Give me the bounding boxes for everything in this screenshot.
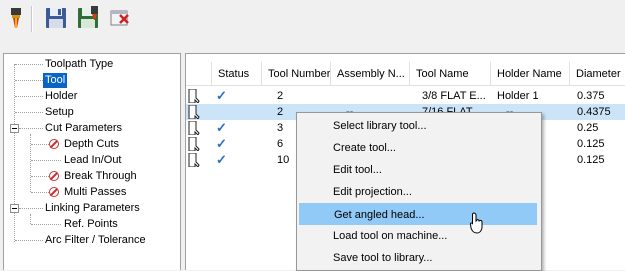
- tool-icon: [188, 105, 200, 119]
- status-check-icon: ✓: [216, 120, 227, 135]
- menu-item-create-tool[interactable]: Create tool...: [299, 137, 537, 159]
- toolbar-separator: [31, 6, 33, 32]
- tree-item-depth-cuts[interactable]: Depth Cuts: [62, 137, 121, 152]
- cell-tool-name: 3/8 FLAT E...: [422, 90, 486, 102]
- tree-item-tool[interactable]: Tool: [43, 73, 68, 88]
- context-menu: Select library tool... Create tool... Ed…: [296, 112, 542, 271]
- cell-diameter: 0.125: [577, 138, 605, 150]
- cell-diameter: 0.25: [577, 122, 599, 134]
- menu-item-edit-tool[interactable]: Edit tool...: [299, 159, 537, 181]
- table-row[interactable]: ✓ 2 3/8 FLAT E... Holder 1 0.375: [186, 88, 625, 104]
- cell-tool-number: 3: [277, 122, 284, 134]
- tool-icon: [188, 121, 200, 135]
- pointer-cursor-icon: [470, 212, 483, 234]
- tree-item-linking-parameters[interactable]: Linking Parameters: [43, 201, 142, 216]
- status-check-icon: ✓: [216, 136, 227, 151]
- disabled-icon: [49, 171, 59, 181]
- column-header-tool-name[interactable]: Tool Name: [410, 62, 491, 86]
- tree-item-toolpath-type[interactable]: Toolpath Type: [43, 57, 115, 72]
- menu-item-edit-projection[interactable]: Edit projection...: [299, 181, 537, 203]
- save-to-library-icon[interactable]: [76, 6, 100, 30]
- collapse-icon[interactable]: [10, 204, 19, 213]
- disabled-icon: [49, 139, 59, 149]
- tool-icon: [188, 89, 200, 103]
- tree-item-break-through[interactable]: Break Through: [62, 169, 139, 184]
- tool-icon: [188, 153, 200, 167]
- status-check-icon: ✓: [216, 152, 227, 167]
- column-header-status[interactable]: Status: [212, 62, 262, 86]
- menu-item-load-tool-on-machine[interactable]: Load tool on machine...: [299, 225, 537, 247]
- column-header-tool-number[interactable]: Tool Number: [262, 62, 331, 86]
- collapse-icon[interactable]: [10, 124, 19, 133]
- tree-item-setup[interactable]: Setup: [43, 105, 76, 120]
- save-icon[interactable]: [44, 6, 68, 30]
- tree-item-cut-parameters[interactable]: Cut Parameters: [43, 121, 124, 136]
- column-header-assembly-name[interactable]: Assembly N...: [331, 62, 410, 86]
- tool-icon: [188, 137, 200, 151]
- tree-item-multi-passes[interactable]: Multi Passes: [62, 185, 128, 200]
- cell-tool-number: 2: [277, 90, 284, 102]
- tree-item-ref-points[interactable]: Ref. Points: [62, 217, 120, 232]
- delete-icon[interactable]: [108, 6, 132, 30]
- menu-item-select-library-tool[interactable]: Select library tool...: [299, 115, 537, 137]
- cell-tool-number: 10: [277, 154, 290, 166]
- tree-item-lead-in-out[interactable]: Lead In/Out: [62, 153, 124, 168]
- cell-tool-number: 6: [277, 138, 284, 150]
- tree-item-holder[interactable]: Holder: [43, 89, 79, 104]
- column-header-icon: [186, 62, 212, 86]
- column-header-diameter[interactable]: Diameter: [570, 62, 625, 86]
- cell-holder-name: Holder 1: [497, 90, 539, 102]
- cell-diameter: 0.4375: [577, 106, 611, 118]
- disabled-icon: [49, 187, 59, 197]
- menu-item-get-angled-head[interactable]: Get angled head...: [299, 203, 537, 225]
- menu-item-save-tool-to-library[interactable]: Save tool to library...: [299, 247, 537, 269]
- tree-item-arc-filter-tolerance[interactable]: Arc Filter / Tolerance: [43, 233, 148, 248]
- cell-diameter: 0.375: [577, 90, 605, 102]
- parameter-tree: Toolpath Type Tool Holder Setup Cut Para…: [3, 53, 181, 270]
- column-header-holder-name[interactable]: Holder Name: [491, 62, 570, 86]
- toolbar: [0, 0, 625, 40]
- cell-diameter: 0.125: [577, 154, 605, 166]
- cell-tool-number: 2: [277, 106, 284, 118]
- status-check-icon: ✓: [216, 88, 227, 103]
- tool-holder-icon[interactable]: [4, 6, 28, 30]
